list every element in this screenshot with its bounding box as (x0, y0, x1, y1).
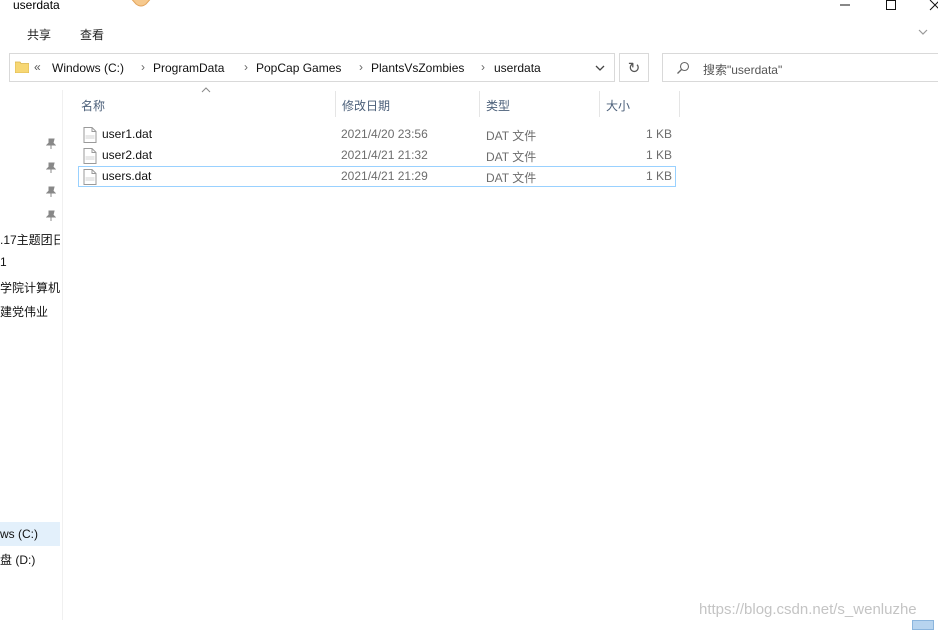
file-size: 1 KB (645, 148, 672, 162)
file-size: 1 KB (645, 127, 672, 141)
view-toggle-button[interactable] (912, 620, 934, 630)
pin-icon[interactable] (46, 210, 56, 222)
nav-item-quick-access-4[interactable]: 建党伟业 (0, 303, 60, 320)
file-modified-date: 2021/4/21 21:32 (341, 148, 428, 162)
chevron-down-icon[interactable] (917, 26, 929, 38)
watermark: https://blog.csdn.net/s_wenluzhe (699, 601, 917, 618)
nav-item-drive-c[interactable]: ws (C:) (0, 527, 60, 541)
pin-icon[interactable] (46, 186, 56, 198)
refresh-button[interactable]: ↻ (619, 53, 649, 82)
breadcrumb-separator-icon[interactable]: › (141, 60, 145, 74)
file-name: user1.dat (102, 127, 153, 141)
file-type: DAT 文件 (486, 150, 537, 164)
app-logo-icon (131, 0, 151, 7)
window-title: userdata (13, 0, 60, 12)
breadcrumb-separator-icon[interactable]: › (244, 60, 248, 74)
maximize-icon (886, 0, 896, 10)
column-divider[interactable] (679, 91, 680, 117)
address-history-chevron-icon[interactable] (594, 62, 606, 74)
file-modified-date: 2021/4/21 21:29 (341, 169, 428, 183)
file-icon (83, 127, 97, 143)
column-divider[interactable] (335, 91, 336, 117)
file-type: DAT 文件 (486, 129, 537, 143)
sort-ascending-icon (201, 87, 211, 93)
breadcrumb-separator-icon[interactable]: › (359, 60, 363, 74)
file-type: DAT 文件 (486, 171, 537, 185)
breadcrumb-userdata[interactable]: userdata (494, 61, 541, 75)
breadcrumb-plantsvszombies[interactable]: PlantsVsZombies (371, 61, 464, 75)
breadcrumb-separator-icon[interactable]: › (481, 60, 485, 74)
column-header-name[interactable]: 名称 (81, 97, 105, 114)
nav-item-quick-access-3[interactable]: 学院计算机1 (0, 279, 60, 296)
file-icon (83, 169, 97, 185)
column-header-type[interactable]: 类型 (486, 97, 510, 114)
minimize-icon (840, 4, 850, 6)
maximize-button[interactable] (868, 0, 914, 14)
file-row[interactable]: user2.dat 2021/4/21 21:32 DAT 文件 1 KB (78, 145, 676, 166)
file-row-selected[interactable]: users.dat 2021/4/21 21:29 DAT 文件 1 KB (78, 166, 676, 187)
column-divider[interactable] (599, 91, 600, 117)
nav-item-drive-d[interactable]: 盘 (D:) (0, 551, 60, 568)
column-header-date[interactable]: 修改日期 (342, 97, 390, 114)
refresh-icon: ↻ (627, 59, 641, 77)
file-name: users.dat (102, 169, 152, 183)
breadcrumb-windows-c[interactable]: Windows (C:) (52, 61, 124, 75)
navigation-pane[interactable]: .17主题团日 1 学院计算机1 建党伟业 ws (C:) 盘 (D:) (0, 90, 63, 620)
file-row[interactable]: user1.dat 2021/4/20 23:56 DAT 文件 1 KB (78, 124, 676, 145)
search-icon (677, 61, 690, 74)
breadcrumb-overflow-button[interactable]: « (34, 60, 41, 74)
folder-icon (15, 61, 29, 73)
file-size: 1 KB (645, 169, 672, 183)
pin-icon[interactable] (46, 162, 56, 174)
column-divider[interactable] (479, 91, 480, 117)
ribbon-tab-view[interactable]: 查看 (80, 26, 104, 43)
address-bar[interactable]: « Windows (C:) › ProgramData › PopCap Ga… (9, 53, 615, 82)
breadcrumb-popcap-games[interactable]: PopCap Games (256, 61, 341, 75)
search-placeholder: 搜索"userdata" (703, 63, 783, 77)
minimize-button[interactable] (822, 0, 868, 14)
column-header-size[interactable]: 大小 (606, 97, 630, 114)
file-icon (83, 148, 97, 164)
search-input[interactable]: 搜索"userdata" (662, 53, 938, 82)
file-modified-date: 2021/4/20 23:56 (341, 127, 428, 141)
close-icon (929, 0, 938, 11)
nav-item-quick-access-2[interactable]: 1 (0, 255, 60, 269)
nav-item-quick-access-1[interactable]: .17主题团日 (0, 231, 60, 248)
pin-icon[interactable] (46, 138, 56, 150)
ribbon-tab-share[interactable]: 共享 (27, 26, 51, 43)
file-name: user2.dat (102, 148, 153, 162)
breadcrumb-programdata[interactable]: ProgramData (153, 61, 224, 75)
close-button[interactable] (912, 0, 938, 14)
